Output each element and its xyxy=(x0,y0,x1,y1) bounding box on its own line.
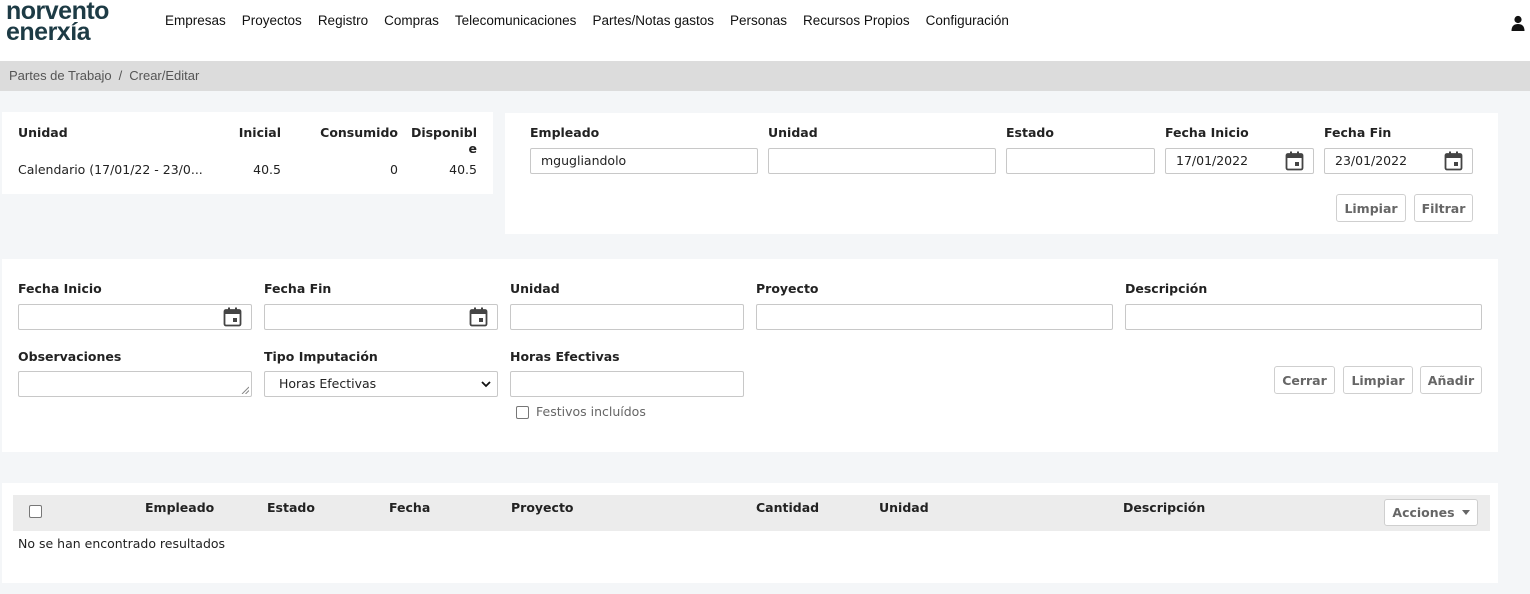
form-observaciones-textarea[interactable] xyxy=(18,371,252,397)
results-panel: Empleado Estado Fecha Proyecto Cantidad … xyxy=(2,483,1498,583)
nav-proyectos[interactable]: Proyectos xyxy=(234,13,310,28)
nav-personas[interactable]: Personas xyxy=(722,13,795,28)
filter-unidad-input[interactable] xyxy=(768,148,996,174)
filter-fecha-inicio-input[interactable]: 17/01/2022 xyxy=(1165,148,1314,174)
chevron-down-icon xyxy=(481,381,491,388)
form-proyecto-label: Proyecto xyxy=(756,281,819,296)
summary-header-inicial: Inicial xyxy=(238,125,281,140)
column-fecha[interactable]: Fecha xyxy=(389,500,430,515)
form-tipo-imputacion-select[interactable]: Horas Efectivas xyxy=(264,371,498,397)
summary-cell-unidad: Calendario (17/01/22 - 23/0... xyxy=(18,162,203,177)
form-cerrar-button[interactable]: Cerrar xyxy=(1274,366,1335,394)
filter-panel: Empleado mgugliandolo Unidad Estado Fech… xyxy=(505,113,1498,234)
form-unidad-input[interactable] xyxy=(510,304,744,330)
form-horas-efectivas-input[interactable] xyxy=(510,371,744,397)
column-proyecto[interactable]: Proyecto xyxy=(511,500,574,515)
nav-empresas[interactable]: Empresas xyxy=(157,13,234,28)
column-descripcion[interactable]: Descripción xyxy=(1123,500,1205,515)
filter-fecha-fin-value: 23/01/2022 xyxy=(1335,153,1408,168)
summary-header-consumido: Consumido xyxy=(320,125,398,140)
column-cantidad[interactable]: Cantidad xyxy=(756,500,819,515)
form-unidad-label: Unidad xyxy=(510,281,560,296)
form-limpiar-button[interactable]: Limpiar xyxy=(1343,366,1413,394)
calendar-icon[interactable] xyxy=(1285,151,1304,171)
table-header: Empleado Estado Fecha Proyecto Cantidad … xyxy=(13,495,1490,531)
calendar-icon[interactable] xyxy=(1444,151,1463,171)
top-navbar: norvento enerxía Empresas Proyectos Regi… xyxy=(0,0,1530,61)
filter-fecha-inicio-value: 17/01/2022 xyxy=(1176,153,1249,168)
form-fecha-inicio-input[interactable] xyxy=(18,304,252,330)
calendar-icon[interactable] xyxy=(469,307,488,327)
nav-recursos-propios[interactable]: Recursos Propios xyxy=(795,13,918,28)
acciones-label: Acciones xyxy=(1392,505,1455,520)
form-fecha-fin-label: Fecha Fin xyxy=(264,281,332,296)
summary-cell-consumido: 0 xyxy=(390,162,398,177)
filter-fecha-fin-input[interactable]: 23/01/2022 xyxy=(1324,148,1473,174)
nav-compras[interactable]: Compras xyxy=(376,13,447,28)
filter-fecha-fin-label: Fecha Fin xyxy=(1324,125,1392,140)
nav-partes-notas-gastos[interactable]: Partes/Notas gastos xyxy=(584,13,722,28)
summary-header-disponible: Disponibl e xyxy=(410,125,477,156)
acciones-dropdown-button[interactable]: Acciones xyxy=(1384,499,1478,526)
summary-cell-inicial: 40.5 xyxy=(253,162,281,177)
form-fecha-inicio-label: Fecha Inicio xyxy=(18,281,102,296)
nav-telecomunicaciones[interactable]: Telecomunicaciones xyxy=(447,13,585,28)
form-festivos-checkbox[interactable] xyxy=(516,406,529,419)
calendar-icon[interactable] xyxy=(223,307,242,327)
summary-cell-disponible: 40.5 xyxy=(449,162,477,177)
nav-registro[interactable]: Registro xyxy=(310,13,376,28)
summary-header-unidad: Unidad xyxy=(18,125,68,140)
column-unidad[interactable]: Unidad xyxy=(879,500,929,515)
form-tipo-imputacion-label: Tipo Imputación xyxy=(264,349,378,364)
filter-empleado-input[interactable]: mgugliandolo xyxy=(530,148,758,174)
form-descripcion-label: Descripción xyxy=(1125,281,1208,296)
user-icon[interactable] xyxy=(1511,15,1525,31)
form-tipo-imputacion-value: Horas Efectivas xyxy=(279,376,377,391)
caret-down-icon xyxy=(1461,510,1470,515)
filter-unidad-label: Unidad xyxy=(768,125,818,140)
form-descripcion-input[interactable] xyxy=(1125,304,1482,330)
column-estado[interactable]: Estado xyxy=(267,500,315,515)
breadcrumb-current: Crear/Editar xyxy=(129,68,200,83)
main-nav: Empresas Proyectos Registro Compras Tele… xyxy=(157,13,1017,28)
resize-grip-icon[interactable] xyxy=(241,386,249,394)
filter-limpiar-button[interactable]: Limpiar xyxy=(1336,194,1406,222)
filter-filtrar-button[interactable]: Filtrar xyxy=(1414,194,1473,222)
form-fecha-fin-input[interactable] xyxy=(264,304,498,330)
form-proyecto-input[interactable] xyxy=(756,304,1113,330)
summary-panel: Unidad Inicial Consumido Disponibl e Cale… xyxy=(2,112,493,194)
form-horas-efectivas-label: Horas Efectivas xyxy=(510,349,620,364)
brand-line-2: enerxía xyxy=(6,18,91,46)
brand-logo[interactable]: norvento enerxía xyxy=(6,0,126,46)
form-observaciones-label: Observaciones xyxy=(18,349,122,364)
form-festivos-label: Festivos incluídos xyxy=(536,404,646,419)
column-empleado[interactable]: Empleado xyxy=(145,500,214,515)
form-anadir-button[interactable]: Añadir xyxy=(1420,366,1482,394)
breadcrumb-parent[interactable]: Partes de Trabajo xyxy=(9,68,112,83)
nav-configuracion[interactable]: Configuración xyxy=(918,13,1017,28)
breadcrumb-separator: / xyxy=(118,68,123,83)
empty-results-message: No se han encontrado resultados xyxy=(18,536,226,551)
filter-fecha-inicio-label: Fecha Inicio xyxy=(1165,125,1249,140)
filter-estado-label: Estado xyxy=(1006,125,1054,140)
entry-form-panel: Fecha Inicio Fecha Fin Unidad Proyecto D… xyxy=(2,259,1498,452)
select-all-checkbox[interactable] xyxy=(29,505,42,518)
filter-empleado-label: Empleado xyxy=(530,125,600,140)
filter-estado-input[interactable] xyxy=(1006,148,1155,174)
breadcrumb: Partes de Trabajo / Crear/Editar xyxy=(0,61,1530,91)
